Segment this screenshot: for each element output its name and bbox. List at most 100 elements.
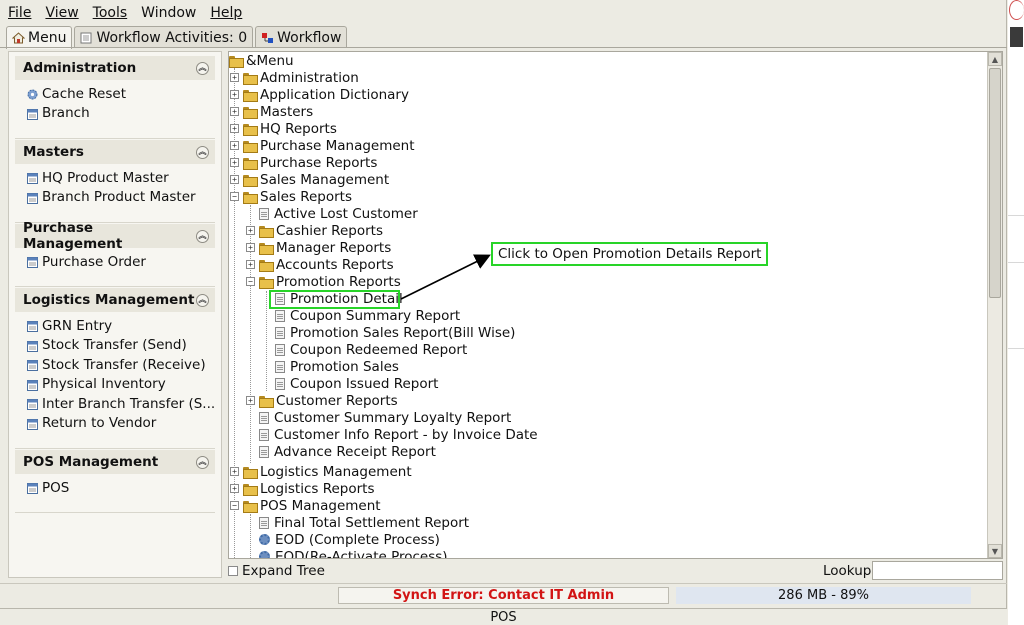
tree-scrollbar[interactable]: ▲ ▼ <box>987 52 1002 558</box>
memory-usage[interactable]: 286 MB - 89% <box>676 587 971 604</box>
group-header[interactable]: Logistics Management ︽ <box>15 288 215 312</box>
tree-leaf[interactable]: Coupon Summary Report <box>275 307 460 324</box>
link-stock-transfer-receive[interactable]: Stock Transfer (Receive) <box>27 355 215 375</box>
tree-leaf[interactable]: Advance Receipt Report <box>259 443 436 460</box>
expand-icon[interactable]: + <box>230 90 239 99</box>
collapse-icon[interactable]: − <box>230 192 239 201</box>
expand-icon[interactable]: + <box>246 260 255 269</box>
tab-workflow-activities[interactable]: Workflow Activities: 0 <box>74 26 254 48</box>
scroll-down-icon[interactable]: ▼ <box>988 544 1002 558</box>
link-cache-reset[interactable]: Cache Reset <box>27 84 215 104</box>
tree-leaf[interactable]: Coupon Issued Report <box>275 375 438 392</box>
tree-node[interactable]: + Manager Reports <box>246 239 391 256</box>
window-icon <box>27 418 38 430</box>
link-hq-product-master[interactable]: HQ Product Master <box>27 168 215 188</box>
menu-view[interactable]: View <box>45 5 78 21</box>
expand-icon[interactable]: + <box>230 484 239 493</box>
link-branch-product-master[interactable]: Branch Product Master <box>27 188 215 208</box>
expand-tree-toggle[interactable]: Expand Tree <box>228 562 325 580</box>
node-label: Sales Management <box>260 171 390 188</box>
link-label: POS <box>42 479 70 496</box>
tree-leaf[interactable]: Active Lost Customer <box>259 205 418 222</box>
link-stock-transfer-send[interactable]: Stock Transfer (Send) <box>27 336 215 356</box>
collapse-icon[interactable]: ︽ <box>196 229 209 243</box>
tree-root[interactable]: &Menu <box>229 52 294 69</box>
tree-node[interactable]: + Application Dictionary <box>230 86 409 103</box>
tree-node[interactable]: + Administration <box>230 69 359 86</box>
tree-leaf[interactable]: Customer Summary Loyalty Report <box>259 409 511 426</box>
tree-node[interactable]: + Logistics Reports <box>230 480 374 497</box>
link-label: Cache Reset <box>42 85 126 102</box>
tab-menu[interactable]: Menu <box>6 26 73 49</box>
link-pos[interactable]: POS <box>27 478 215 498</box>
collapse-icon[interactable]: − <box>230 501 239 510</box>
link-grn-entry[interactable]: GRN Entry <box>27 316 215 336</box>
tree-node[interactable]: + Purchase Management <box>230 137 415 154</box>
collapse-icon[interactable]: ︽ <box>196 145 209 159</box>
expand-icon[interactable]: + <box>230 124 239 133</box>
group-header[interactable]: Administration ︽ <box>15 56 215 80</box>
expand-icon[interactable]: + <box>230 158 239 167</box>
scroll-thumb[interactable] <box>989 68 1001 298</box>
expand-icon[interactable]: + <box>230 73 239 82</box>
tab-workflow[interactable]: Workflow <box>255 26 348 48</box>
group-header[interactable]: POS Management ︽ <box>15 450 215 474</box>
expand-icon[interactable]: + <box>230 467 239 476</box>
link-physical-inventory[interactable]: Physical Inventory <box>27 375 215 395</box>
scroll-up-icon[interactable]: ▲ <box>988 52 1002 66</box>
tree-node[interactable]: + Cashier Reports <box>246 222 383 239</box>
tree-node[interactable]: + Purchase Reports <box>230 154 377 171</box>
tree-node[interactable]: + Customer Reports <box>246 392 398 409</box>
tree-node[interactable]: − Promotion Reports <box>246 273 401 290</box>
tree-leaf[interactable]: Customer Info Report - by Invoice Date <box>259 426 538 443</box>
group-pos-management: POS Management ︽ POS <box>15 450 215 513</box>
menu-file-label: File <box>8 5 32 21</box>
expand-tree-checkbox[interactable] <box>228 566 238 576</box>
tree-leaf[interactable]: Promotion Sales <box>275 358 399 375</box>
tree-node[interactable]: + Logistics Management <box>230 463 412 480</box>
menu-help[interactable]: Help <box>210 5 242 21</box>
tree-leaf[interactable]: Promotion Sales Report(Bill Wise) <box>275 324 515 341</box>
group-body: HQ Product Master Branch Product Master <box>15 164 215 223</box>
folder-open-icon <box>229 55 244 68</box>
sync-error-status[interactable]: Synch Error: Contact IT Admin <box>338 587 669 604</box>
link-inter-branch-transfer[interactable]: Inter Branch Transfer (S... <box>27 394 215 414</box>
tree-node[interactable]: + HQ Reports <box>230 120 337 137</box>
tree-node[interactable]: − POS Management <box>230 497 381 514</box>
lookup-input[interactable] <box>872 561 1003 580</box>
menu-tools[interactable]: Tools <box>93 5 128 21</box>
folder-icon <box>243 123 258 136</box>
tree-node[interactable]: + Accounts Reports <box>246 256 394 273</box>
link-label: GRN Entry <box>42 317 113 334</box>
expand-icon[interactable]: + <box>246 243 255 252</box>
collapse-icon[interactable]: − <box>246 277 255 286</box>
group-header[interactable]: Masters ︽ <box>15 140 215 164</box>
expand-icon[interactable]: + <box>230 175 239 184</box>
link-return-to-vendor[interactable]: Return to Vendor <box>27 414 215 434</box>
collapse-icon[interactable]: ︽ <box>196 293 209 307</box>
link-label: Return to Vendor <box>42 415 157 432</box>
tree-leaf[interactable]: EOD (Complete Process) <box>259 531 440 548</box>
menu-window[interactable]: Window <box>141 5 196 21</box>
tree-leaf[interactable]: Final Total Settlement Report <box>259 514 469 531</box>
expand-icon[interactable]: + <box>230 107 239 116</box>
tree-node[interactable]: + Sales Management <box>230 171 389 188</box>
workflow-icon <box>261 32 274 44</box>
group-title: Logistics Management <box>23 292 195 308</box>
node-label: Masters <box>260 103 314 120</box>
expand-icon[interactable]: + <box>230 141 239 150</box>
tree-leaf[interactable]: Coupon Redeemed Report <box>275 341 467 358</box>
group-header[interactable]: Purchase Management ︽ <box>15 220 215 252</box>
expand-icon[interactable]: + <box>246 226 255 235</box>
collapse-icon[interactable]: ︽ <box>196 455 209 469</box>
tree-node[interactable]: + Masters <box>230 103 313 120</box>
link-branch[interactable]: Branch <box>27 104 215 124</box>
node-label: Application Dictionary <box>260 86 409 103</box>
tree-leaf[interactable]: EOD(Re-Activate Process) <box>259 548 448 558</box>
menu-file[interactable]: File <box>8 5 31 21</box>
link-purchase-order[interactable]: Purchase Order <box>27 252 215 272</box>
group-title: Masters <box>23 144 84 160</box>
collapse-icon[interactable]: ︽ <box>196 61 209 75</box>
expand-icon[interactable]: + <box>246 396 255 405</box>
tree-node[interactable]: − Sales Reports <box>230 188 352 205</box>
